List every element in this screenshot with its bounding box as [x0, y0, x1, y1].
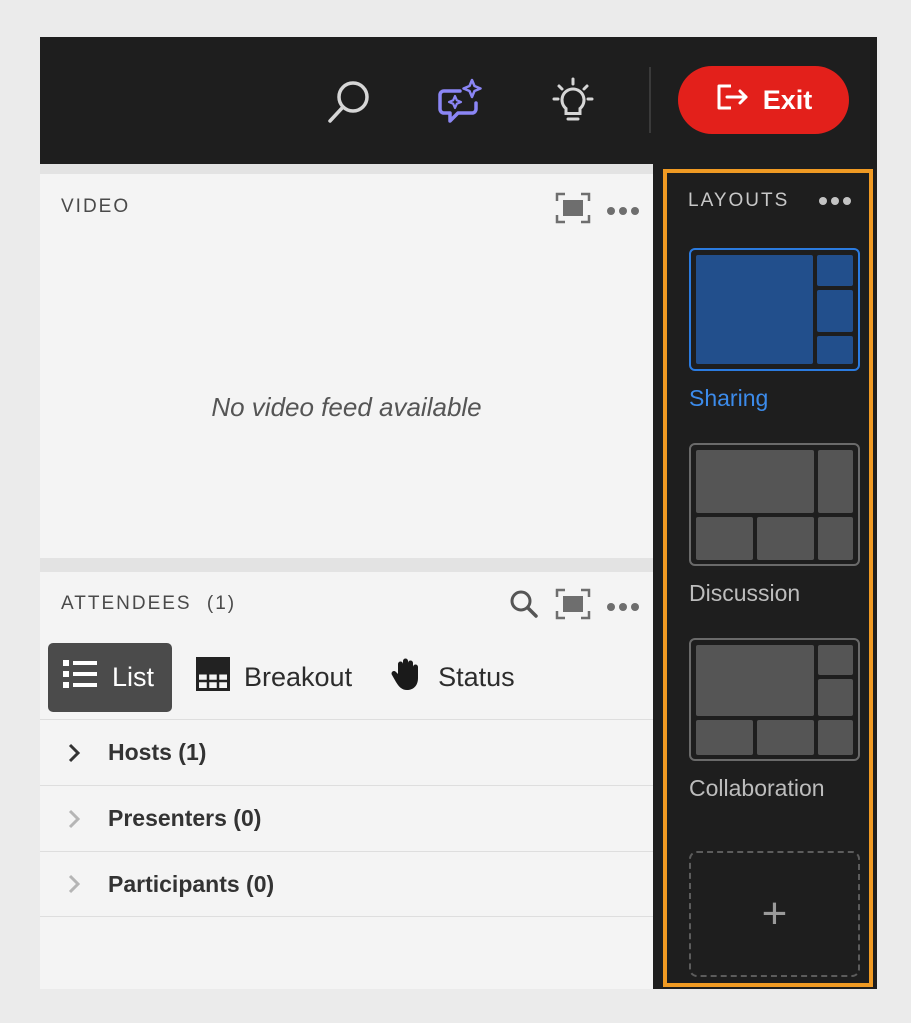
- group-participants-label: Participants (0): [108, 870, 275, 897]
- top-bar: Exit: [40, 37, 877, 164]
- add-layout-button[interactable]: +: [689, 851, 860, 977]
- layout-label-sharing[interactable]: Sharing: [689, 385, 768, 412]
- exit-label: Exit: [762, 84, 813, 115]
- chevron-right-icon: [40, 742, 108, 764]
- attendee-search-icon[interactable]: [509, 589, 539, 624]
- raised-hand-icon: [390, 656, 424, 699]
- layouts-bar: LAYOUTS Sharing Discussion Collaboration…: [663, 169, 873, 987]
- left-column: VIDEO No video feed available ATTENDEES …: [40, 164, 653, 989]
- toolbar-divider: [649, 67, 651, 133]
- list-icon: [62, 658, 98, 697]
- layout-thumb-sharing[interactable]: [689, 248, 860, 371]
- search-icon[interactable]: [324, 77, 374, 127]
- layouts-title: LAYOUTS: [688, 190, 790, 211]
- video-tools: [555, 192, 639, 229]
- video-title: VIDEO: [61, 196, 131, 217]
- breakout-grid-icon: [196, 657, 230, 698]
- layout-label-discussion[interactable]: Discussion: [689, 580, 800, 607]
- attendees-more-icon[interactable]: [607, 602, 639, 611]
- chevron-right-icon: [40, 873, 108, 895]
- layout-thumb-collaboration[interactable]: [689, 638, 860, 761]
- chevron-right-icon: [40, 808, 108, 830]
- layout-thumb-discussion[interactable]: [689, 443, 860, 566]
- attendee-view-tabs: List Breakout Status: [48, 643, 529, 712]
- tab-list-label: List: [112, 662, 155, 692]
- layouts-more-icon[interactable]: [819, 197, 851, 205]
- layout-label-collaboration[interactable]: Collaboration: [689, 775, 825, 802]
- tab-breakout[interactable]: Breakout: [182, 643, 366, 712]
- group-hosts[interactable]: Hosts (1): [40, 719, 653, 785]
- video-pod: VIDEO No video feed available: [40, 174, 653, 558]
- attendees-title-text: ATTENDEES: [61, 593, 192, 614]
- exit-icon: [715, 82, 749, 119]
- group-hosts-label: Hosts (1): [108, 739, 207, 765]
- attendees-tools: [509, 588, 639, 625]
- attendees-fullscreen-icon[interactable]: [555, 588, 591, 625]
- tab-breakout-label: Breakout: [244, 662, 353, 692]
- tab-list[interactable]: List: [48, 643, 172, 712]
- fullscreen-icon[interactable]: [555, 192, 591, 229]
- group-presenters-label: Presenters (0): [108, 805, 262, 831]
- group-participants[interactable]: Participants (0): [40, 851, 653, 917]
- group-presenters[interactable]: Presenters (0): [40, 785, 653, 851]
- attendees-count: (1): [206, 593, 237, 614]
- lightbulb-icon[interactable]: [548, 77, 598, 127]
- plus-icon: +: [761, 889, 788, 938]
- exit-button[interactable]: Exit: [678, 66, 849, 134]
- tab-status-label: Status: [438, 662, 515, 692]
- attendees-title: ATTENDEES (1): [61, 593, 236, 615]
- ai-chat-sparkle-icon[interactable]: [436, 77, 486, 127]
- video-more-icon[interactable]: [607, 206, 639, 215]
- app-window: Exit VIDEO No video feed available ATTEN…: [40, 37, 877, 989]
- attendees-pod: ATTENDEES (1) List Breakout Status Hosts…: [40, 572, 653, 989]
- no-video-message: No video feed available: [211, 392, 482, 422]
- tab-status[interactable]: Status: [376, 643, 529, 712]
